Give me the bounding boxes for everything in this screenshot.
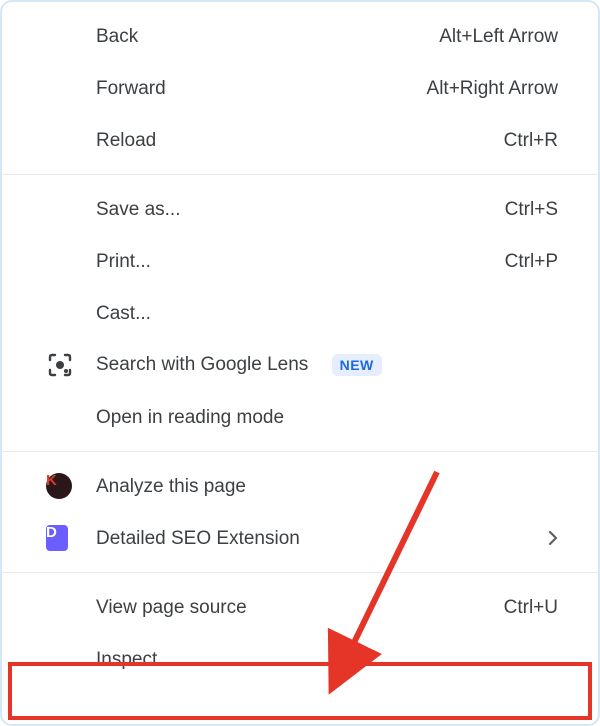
- menu-item-label: Print...: [96, 252, 505, 271]
- menu-view-source[interactable]: View page source Ctrl+U: [2, 581, 598, 633]
- menu-item-label: Reload: [96, 131, 504, 150]
- menu-item-text: Search with Google Lens: [96, 354, 308, 375]
- menu-print[interactable]: Print... Ctrl+P: [2, 235, 598, 287]
- new-badge: NEW: [332, 354, 382, 376]
- menu-item-label: Open in reading mode: [96, 408, 558, 427]
- menu-item-shortcut: Ctrl+U: [504, 598, 558, 617]
- navigation-group: Back Alt+Left Arrow Forward Alt+Right Ar…: [2, 2, 598, 174]
- d-extension-icon: D: [16, 525, 96, 551]
- menu-item-label: Detailed SEO Extension: [96, 529, 548, 548]
- menu-inspect[interactable]: Inspect: [2, 633, 598, 685]
- menu-cast[interactable]: Cast...: [2, 287, 598, 339]
- page-actions-group: Save as... Ctrl+S Print... Ctrl+P Cast..…: [2, 175, 598, 451]
- menu-item-shortcut: Ctrl+P: [505, 252, 558, 271]
- menu-item-shortcut: Ctrl+R: [504, 131, 558, 150]
- chevron-right-icon: [548, 530, 558, 546]
- menu-item-label: Inspect: [96, 650, 558, 669]
- menu-item-shortcut: Alt+Right Arrow: [427, 79, 558, 98]
- menu-item-label: Save as...: [96, 200, 505, 219]
- menu-back[interactable]: Back Alt+Left Arrow: [2, 10, 598, 62]
- extensions-group: K Analyze this page D Detailed SEO Exten…: [2, 452, 598, 572]
- k-extension-icon: K: [16, 473, 96, 499]
- context-menu: Back Alt+Left Arrow Forward Alt+Right Ar…: [0, 0, 600, 726]
- menu-reading-mode[interactable]: Open in reading mode: [2, 391, 598, 443]
- menu-item-label: Forward: [96, 79, 427, 98]
- menu-google-lens[interactable]: Search with Google Lens NEW: [2, 339, 598, 391]
- menu-reload[interactable]: Reload Ctrl+R: [2, 114, 598, 166]
- menu-item-shortcut: Ctrl+S: [505, 200, 558, 219]
- menu-analyze-page[interactable]: K Analyze this page: [2, 460, 598, 512]
- menu-forward[interactable]: Forward Alt+Right Arrow: [2, 62, 598, 114]
- dev-group: View page source Ctrl+U Inspect: [2, 573, 598, 693]
- google-lens-icon: [16, 351, 96, 379]
- menu-detailed-seo[interactable]: D Detailed SEO Extension: [2, 512, 598, 564]
- menu-save-as[interactable]: Save as... Ctrl+S: [2, 183, 598, 235]
- menu-item-label: Analyze this page: [96, 477, 558, 496]
- menu-item-label: Cast...: [96, 304, 558, 323]
- menu-item-label: View page source: [96, 598, 504, 617]
- menu-item-label: Search with Google Lens NEW: [96, 354, 558, 376]
- menu-item-shortcut: Alt+Left Arrow: [439, 27, 558, 46]
- menu-item-label: Back: [96, 27, 439, 46]
